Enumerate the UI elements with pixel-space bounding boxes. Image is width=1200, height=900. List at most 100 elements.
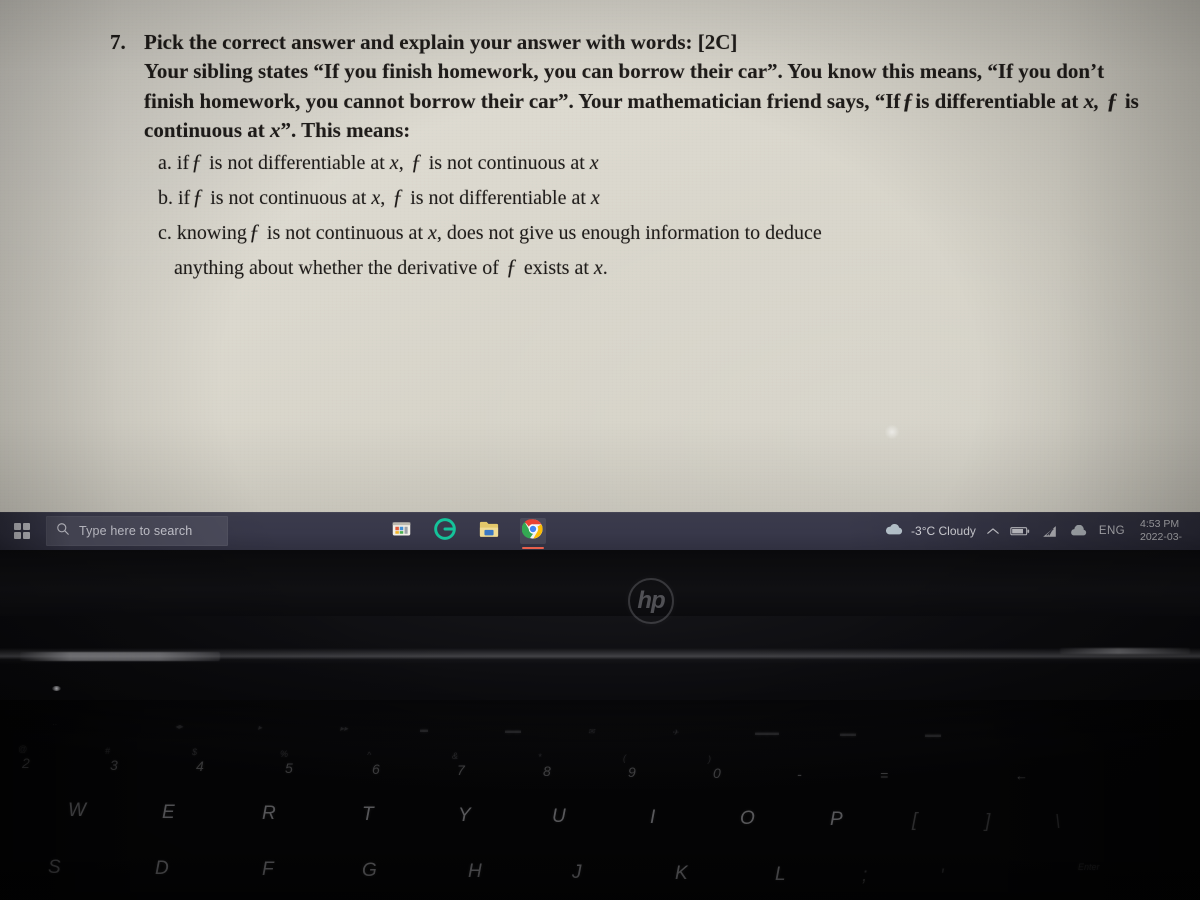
option-c-line2-text-c: . xyxy=(602,257,608,279)
option-c-seg2: is not continuous at xyxy=(266,222,423,244)
taskbar-app-microsoft-store[interactable] xyxy=(388,518,414,544)
key-3[interactable]: 3 xyxy=(110,757,118,773)
windows-logo-icon xyxy=(14,523,30,539)
option-c: c. knowingƒ is not continuous at x, does… xyxy=(144,215,1175,250)
wifi-icon[interactable] xyxy=(1041,525,1058,538)
key-h[interactable]: H xyxy=(468,861,482,883)
paragraph-line-2-text-a: finish homework, you cannot borrow their… xyxy=(144,89,901,113)
key-fn-9[interactable]: ▬▬▬ xyxy=(755,728,779,737)
function-symbol-f: ƒ xyxy=(410,149,422,174)
clock[interactable]: 4:53 PM 2022-03- xyxy=(1136,518,1196,544)
language-indicator[interactable]: ENG xyxy=(1099,525,1125,537)
key-8[interactable]: 8 xyxy=(543,763,551,779)
search-icon xyxy=(56,522,70,541)
variable-x: x xyxy=(593,257,603,279)
key-backspace[interactable]: ← xyxy=(1015,768,1028,783)
key-lbracket[interactable]: [ xyxy=(912,810,917,832)
taskbar-app-grammarly[interactable] xyxy=(432,517,458,544)
weather-widget[interactable]: -3°C Cloudy xyxy=(884,522,976,541)
variable-x: x xyxy=(428,222,437,244)
key-fn-2[interactable]: ◂▸ xyxy=(175,722,183,731)
key-l[interactable]: L xyxy=(775,864,786,886)
option-a: a. ifƒ is not differentiable at x, ƒ is … xyxy=(144,145,1175,180)
key-equals[interactable]: = xyxy=(880,767,888,783)
key-j[interactable]: J xyxy=(572,862,582,884)
key-symbol-percent: % xyxy=(280,749,289,759)
key-symbol-caret: ^ xyxy=(367,750,372,760)
key-fn-4[interactable]: ▸▸ xyxy=(340,724,348,733)
key-s[interactable]: S xyxy=(48,857,61,879)
key-y[interactable]: Y xyxy=(458,805,471,827)
onedrive-icon[interactable] xyxy=(1069,525,1088,537)
key-2[interactable]: 2 xyxy=(22,755,30,771)
function-symbol-f: ƒ xyxy=(191,149,203,174)
key-semicolon[interactable]: ; xyxy=(862,865,867,887)
key-9[interactable]: 9 xyxy=(628,764,636,780)
key-r[interactable]: R xyxy=(262,803,276,825)
key-e[interactable]: E xyxy=(162,802,175,824)
paragraph-line-3: continuous at x”. This means: xyxy=(144,116,1175,145)
key-5[interactable]: 5 xyxy=(285,760,293,776)
key-symbol-rparen: ) xyxy=(708,754,711,764)
windows-taskbar[interactable]: Type here to search -3°C Cloudy ENG 4:53… xyxy=(0,512,1200,550)
key-f[interactable]: F xyxy=(262,859,274,881)
key-backslash[interactable]: \ xyxy=(1055,812,1060,834)
clock-time: 4:53 PM xyxy=(1140,517,1180,530)
variable-x: x xyxy=(589,152,599,174)
option-b: b. ifƒ is not continuous at x, ƒ is not … xyxy=(144,180,1175,215)
option-c-line-2: anything about whether the derivative of… xyxy=(144,250,1175,285)
question-paragraph: Your sibling states “If you finish homew… xyxy=(110,57,1175,145)
key-w[interactable]: W xyxy=(68,800,86,822)
cloud-icon xyxy=(884,522,904,541)
key-enter[interactable]: Enter xyxy=(1078,862,1100,872)
taskbar-app-google-chrome[interactable] xyxy=(520,518,546,549)
key-4[interactable]: 4 xyxy=(196,758,204,774)
option-c-line2-text-b: exists at xyxy=(523,257,589,279)
option-c-label: c. xyxy=(158,222,172,244)
key-rbracket[interactable]: ] xyxy=(985,811,990,833)
microsoft-store-icon xyxy=(391,518,412,544)
key-g[interactable]: G xyxy=(362,860,377,882)
taskbar-app-file-explorer[interactable] xyxy=(476,518,502,544)
key-k[interactable]: K xyxy=(675,863,688,885)
laptop-keyboard[interactable]: ·· ◂▸ ▸ ▸▸ ▬ ▬▬ ✉ ✈ ▬▬▬ ▬▬ ▬▬ 2 3 4 5 6 … xyxy=(0,700,1200,900)
key-symbol-hash: # xyxy=(105,746,111,756)
search-input[interactable]: Type here to search xyxy=(46,516,228,546)
start-button[interactable] xyxy=(0,512,44,550)
key-minus[interactable]: - xyxy=(797,766,802,782)
key-t[interactable]: T xyxy=(362,804,374,826)
key-o[interactable]: O xyxy=(740,808,755,830)
laptop-screen: 7. Pick the correct answer and explain y… xyxy=(0,0,1200,512)
option-a-seg2: is not differentiable at xyxy=(209,152,385,174)
key-fn-3[interactable]: ▸ xyxy=(258,723,262,732)
variable-x: x, xyxy=(1083,89,1100,113)
paragraph-line-2-text-c: is xyxy=(1124,89,1139,113)
key-fn-11[interactable]: ▬▬ xyxy=(925,730,941,739)
key-i[interactable]: I xyxy=(650,807,655,829)
key-0[interactable]: 0 xyxy=(713,765,721,781)
key-fn-5[interactable]: ▬ xyxy=(420,725,428,734)
paragraph-line-2: finish homework, you cannot borrow their… xyxy=(144,86,1175,116)
key-fn-8[interactable]: ✈ xyxy=(672,728,679,737)
file-explorer-icon xyxy=(478,519,500,544)
key-fn-10[interactable]: ▬▬ xyxy=(840,729,856,738)
key-6[interactable]: 6 xyxy=(372,761,380,777)
variable-x: x xyxy=(270,118,281,142)
key-p[interactable]: P xyxy=(830,809,843,831)
key-u[interactable]: U xyxy=(552,806,566,828)
key-7[interactable]: 7 xyxy=(457,762,465,778)
function-symbol-f: ƒ xyxy=(192,184,204,209)
key-fn-1[interactable]: ·· xyxy=(52,720,57,729)
battery-icon[interactable] xyxy=(1010,525,1030,537)
key-apostrophe[interactable]: ' xyxy=(940,866,944,888)
option-c-seg1: knowing xyxy=(176,222,247,244)
option-c-seg3: , does not give us enough information to… xyxy=(436,222,822,244)
key-d[interactable]: D xyxy=(155,858,169,880)
key-fn-7[interactable]: ✉ xyxy=(588,727,595,736)
function-symbol-f: ƒ xyxy=(902,88,914,113)
key-symbol-ampersand: & xyxy=(452,751,459,761)
question-7: 7. Pick the correct answer and explain y… xyxy=(110,28,1175,57)
system-tray: -3°C Cloudy ENG 4:53 PM 2022-03- xyxy=(884,512,1200,550)
key-fn-6[interactable]: ▬▬ xyxy=(505,726,521,735)
show-hidden-icons-button[interactable] xyxy=(987,527,999,536)
